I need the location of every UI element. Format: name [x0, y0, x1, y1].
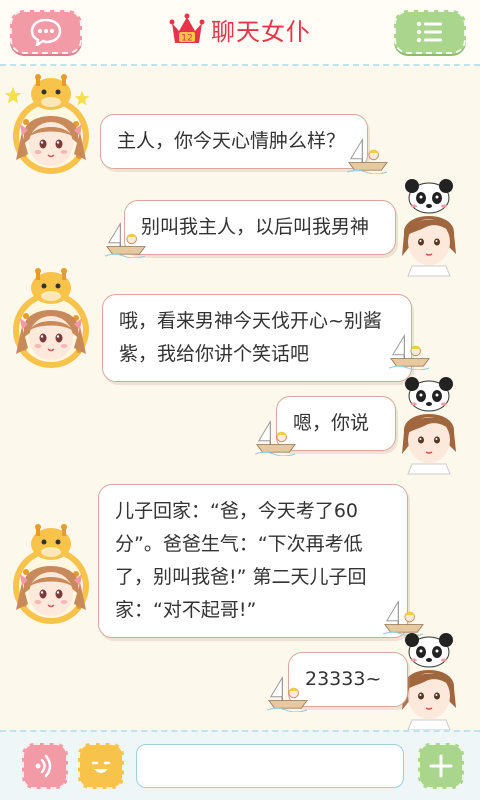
message-input[interactable] [136, 744, 404, 788]
message-text: 23333~ [305, 668, 382, 690]
boat-decoration [388, 335, 430, 370]
boat-decoration [346, 139, 388, 174]
message-text: 主人，你今天心情肿么样？ [117, 130, 346, 152]
message-bubble-maid: 儿子回家：“爸，今天考了60分”。爸爸生气：“下次再考低了，别叫我爸!” 第二天… [98, 484, 408, 638]
boat-decoration [104, 223, 146, 258]
message-text: 别叫我主人，以后叫我男神 [141, 216, 370, 238]
voice-button[interactable] [22, 743, 68, 789]
header-bar: 12 聊天女仆 [0, 0, 480, 66]
message-bubble-maid: 主人，你今天心情肿么样？ [100, 114, 368, 169]
message-bubble-user: 别叫我主人，以后叫我男神 [124, 200, 396, 255]
chat-list[interactable]: 主人，你今天心情肿么样？ 别叫我主人，以后叫我男神 哦，看来男神今天伐开心~别酱… [0, 68, 480, 730]
message-bubble-maid: 哦，看来男神今天伐开心~别酱紫，我给你讲个笑话吧 [102, 294, 412, 382]
input-bar [0, 730, 480, 800]
crown-icon: 12 [169, 13, 205, 43]
maid-avatar[interactable] [6, 524, 96, 634]
boat-decoration [254, 421, 296, 456]
emoji-button[interactable] [78, 743, 124, 789]
boat-decoration [266, 677, 308, 712]
add-button[interactable] [418, 743, 464, 789]
message-text: 儿子回家：“爸，今天考了60分”。爸爸生气：“下次再考低了，别叫我爸!” 第二天… [115, 500, 367, 621]
user-avatar[interactable] [384, 374, 474, 484]
plus-icon [429, 754, 453, 778]
smiley-face-icon [91, 761, 111, 773]
app-title: 聊天女仆 [211, 18, 311, 46]
menu-icon [416, 21, 442, 43]
crown-number: 12 [181, 33, 192, 43]
message-text: 哦，看来男神今天伐开心~别酱紫，我给你讲个笑话吧 [119, 310, 382, 365]
maid-avatar[interactable] [6, 268, 96, 378]
user-avatar[interactable] [384, 176, 474, 286]
message-text: 嗯，你说 [293, 412, 370, 434]
star-icon [74, 90, 90, 106]
star-icon [4, 86, 22, 104]
menu-button[interactable] [394, 10, 466, 54]
sound-wave-icon [35, 754, 52, 778]
